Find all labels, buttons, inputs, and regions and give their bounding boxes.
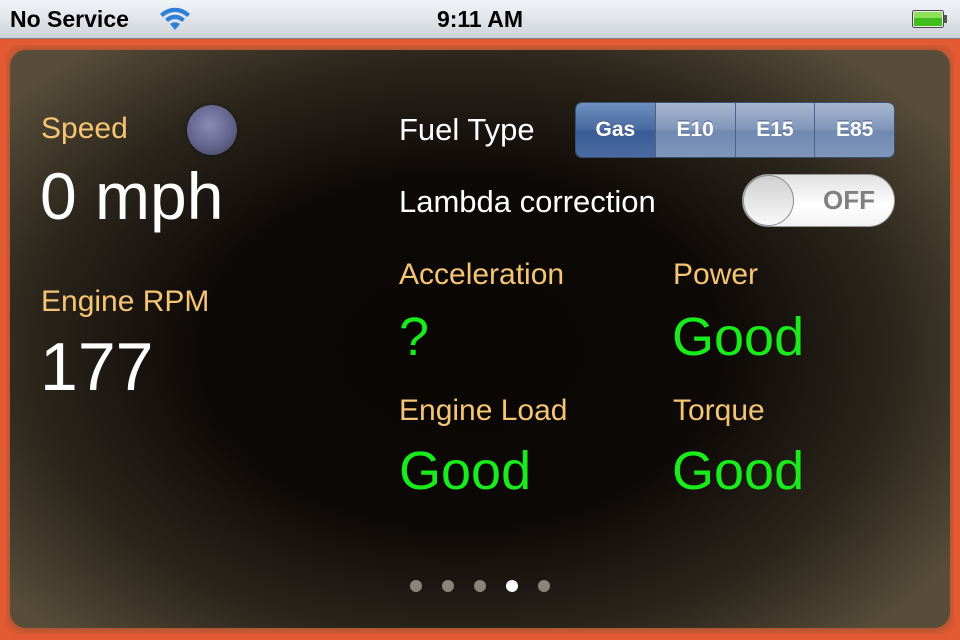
status-bar: No Service 9:11 AM	[0, 0, 960, 39]
power-value: Good	[672, 307, 805, 367]
page-dot[interactable]	[442, 580, 454, 592]
segment-gas[interactable]: Gas	[576, 103, 655, 157]
acceleration-label: Acceleration	[399, 258, 565, 291]
fuel-type-segmented-control[interactable]: Gas E10 E15 E85	[575, 102, 895, 158]
segment-e10[interactable]: E10	[654, 103, 735, 157]
page-dot[interactable]	[538, 580, 550, 592]
segment-e15[interactable]: E15	[734, 103, 815, 157]
toggle-knob[interactable]	[743, 175, 794, 226]
toggle-state: OFF	[823, 185, 875, 215]
torque-value: Good	[672, 441, 805, 501]
clock: 9:11 AM	[436, 6, 524, 32]
acceleration-value: ?	[399, 307, 430, 367]
engine-load-value: Good	[399, 441, 532, 501]
speed-label: Speed	[41, 112, 128, 145]
page-dot[interactable]	[474, 580, 486, 592]
status-indicator-light-icon	[187, 105, 237, 155]
lambda-correction-label: Lambda correction	[399, 184, 656, 219]
page-dot-current[interactable]	[506, 580, 518, 592]
fuel-type-label: Fuel Type	[399, 112, 535, 147]
torque-label: Torque	[673, 394, 765, 427]
engine-load-label: Engine Load	[399, 394, 568, 427]
segment-e85[interactable]: E85	[814, 103, 894, 157]
speed-value: 0 mph	[40, 159, 224, 233]
rpm-value: 177	[40, 329, 154, 405]
page-control[interactable]	[410, 580, 550, 592]
power-label: Power	[673, 258, 759, 291]
battery-icon	[912, 10, 947, 28]
page-dot[interactable]	[410, 580, 422, 592]
lambda-correction-toggle[interactable]: OFF	[742, 174, 895, 227]
rpm-label: Engine RPM	[41, 285, 210, 318]
